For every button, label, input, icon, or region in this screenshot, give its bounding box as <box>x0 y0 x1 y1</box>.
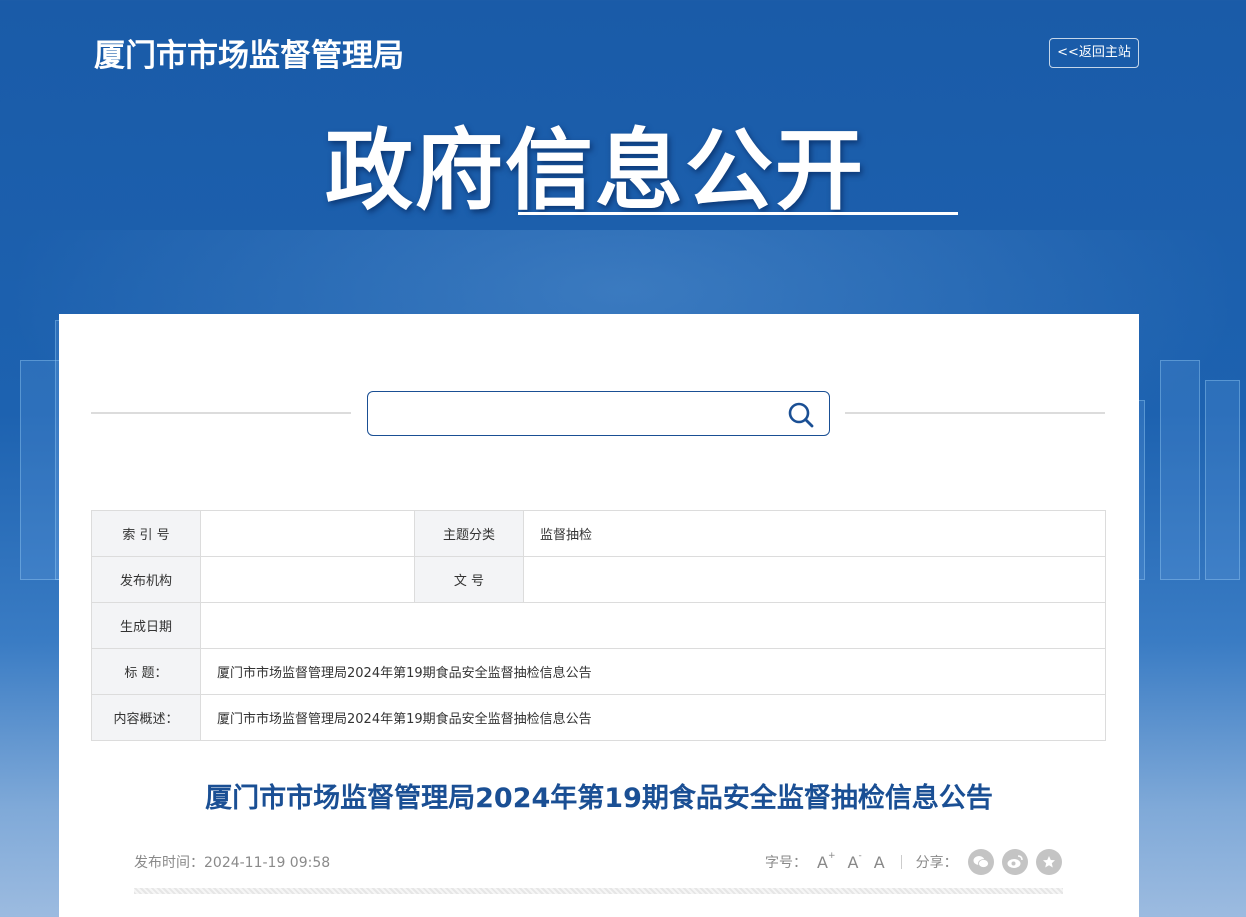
search-divider-left <box>91 412 351 414</box>
font-size-increase-button[interactable]: A+ <box>817 851 836 872</box>
tools-separator <box>900 855 902 869</box>
topic-label: 主题分类 <box>414 510 524 557</box>
date-label: 生成日期 <box>91 602 201 649</box>
table-row: 内容概述： 厦门市市场监督管理局2024年第19期食品安全监督抽检信息公告 <box>91 694 1106 741</box>
table-row: 标 题： 厦门市市场监督管理局2024年第19期食品安全监督抽检信息公告 <box>91 648 1106 695</box>
star-icon[interactable] <box>1035 849 1062 875</box>
table-row: 生成日期 <box>91 602 1106 649</box>
article-title: 厦门市市场监督管理局2024年第19期食品安全监督抽检信息公告 <box>205 783 993 814</box>
title-value: 厦门市市场监督管理局2024年第19期食品安全监督抽检信息公告 <box>200 648 1106 695</box>
document-meta-table: 索 引 号 主题分类 监督抽检 发布机构 文 号 生成日期 标 题： 厦门市市场… <box>91 510 1106 741</box>
share-label: 分享： <box>915 855 958 871</box>
font-size-label: 字号： <box>765 855 807 871</box>
summary-value: 厦门市市场监督管理局2024年第19期食品安全监督抽检信息公告 <box>200 694 1106 741</box>
hero-title: 政府信息公开 <box>325 119 866 222</box>
date-value <box>200 602 1106 649</box>
font-small-glyph: A <box>847 852 859 872</box>
publisher-value <box>200 556 415 603</box>
back-to-main-site-button[interactable]: <<返回主站 <box>1049 38 1139 68</box>
hero-underline <box>518 212 958 215</box>
index-value <box>200 510 415 557</box>
summary-label: 内容概述： <box>91 694 201 741</box>
table-row: 索 引 号 主题分类 监督抽检 <box>91 510 1106 557</box>
article-tools: 字号： A+ A- A 分享： <box>765 848 1070 876</box>
search-input[interactable] <box>378 400 778 428</box>
content-panel: 索 引 号 主题分类 监督抽检 发布机构 文 号 生成日期 标 题： 厦门市市场… <box>59 314 1139 917</box>
article-divider <box>134 888 1063 894</box>
title-label: 标 题： <box>91 648 201 695</box>
search-box[interactable] <box>367 391 830 436</box>
site-title[interactable]: 厦门市市场监督管理局 <box>94 30 404 75</box>
publish-time: 发布时间：2024-11-19 09:58 <box>134 855 331 871</box>
search-divider-right <box>845 412 1105 414</box>
publisher-label: 发布机构 <box>91 556 201 603</box>
font-large-glyph: A <box>817 852 828 872</box>
topic-value: 监督抽检 <box>523 510 1106 557</box>
doc-number-value <box>523 556 1106 603</box>
font-size-reset-button[interactable]: A <box>874 853 885 872</box>
search-icon[interactable] <box>787 401 815 429</box>
doc-number-label: 文 号 <box>414 556 524 603</box>
weibo-icon[interactable] <box>1001 849 1028 875</box>
table-row: 发布机构 文 号 <box>91 556 1106 603</box>
index-label: 索 引 号 <box>91 510 201 557</box>
font-size-decrease-button[interactable]: A- <box>847 851 862 872</box>
wechat-icon[interactable] <box>967 849 994 875</box>
